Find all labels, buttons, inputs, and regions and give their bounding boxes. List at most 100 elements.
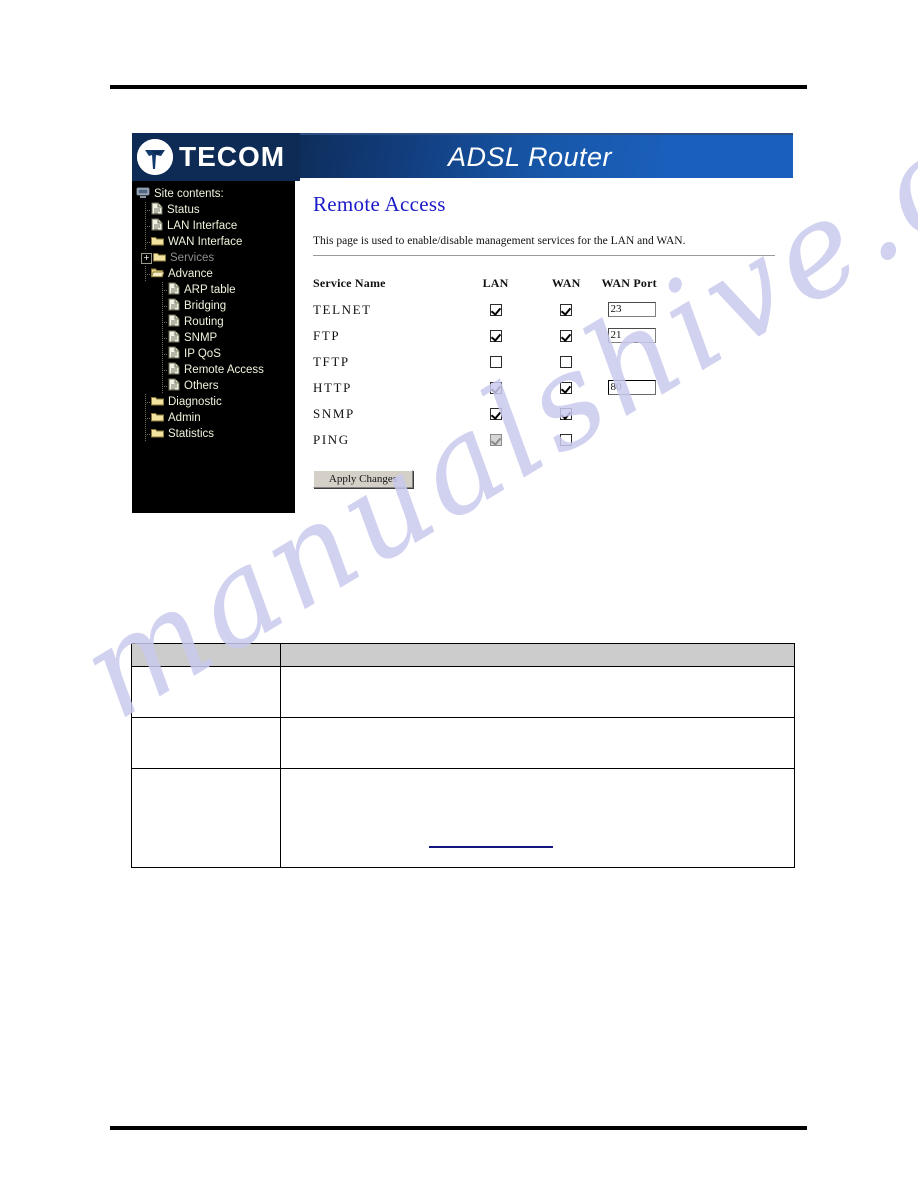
column-header-service: Service Name: [313, 276, 386, 290]
wan-checkbox-cell: [531, 378, 602, 404]
computer-icon: [136, 187, 150, 202]
folder-open-icon: [150, 267, 165, 281]
sidebar-item-label: Services: [170, 252, 215, 264]
wan-checkbox-ping[interactable]: [560, 434, 573, 447]
service-row: TELNET 23: [313, 300, 673, 326]
sidebar-item-label: SNMP: [184, 332, 218, 344]
lan-checkbox-ping[interactable]: [489, 434, 502, 447]
sidebar-item-status[interactable]: Status: [136, 202, 295, 218]
lan-checkbox-cell: [460, 404, 531, 430]
sidebar-item-ip-qos[interactable]: IP QoS: [136, 346, 295, 362]
wan-checkbox-telnet[interactable]: [560, 304, 573, 317]
page-rule-bottom: [110, 1126, 807, 1130]
tree-connector: [158, 362, 168, 378]
tree-connector: [158, 314, 168, 330]
sidebar-item-label: Status: [167, 204, 200, 216]
content-panel: Remote Access This page is used to enabl…: [295, 178, 793, 513]
wan-checkbox-snmp[interactable]: [560, 408, 573, 421]
tree-connector: [158, 330, 168, 346]
sidebar-tree: Site contents: Status LAN Interface WAN …: [132, 178, 295, 513]
folder-icon: [151, 427, 164, 441]
page-icon: [168, 378, 180, 394]
page-icon: [168, 346, 180, 362]
sidebar-item-others[interactable]: Others: [136, 378, 295, 394]
service-name-snmp: SNMP: [313, 405, 355, 421]
section-divider: [313, 255, 775, 256]
wan-checkbox-http[interactable]: [560, 382, 573, 395]
wan-checkbox-cell: [531, 300, 602, 326]
sidebar-root-label: Site contents:: [154, 188, 224, 200]
tecom-logo-icon: [137, 139, 173, 175]
column-header-wan-port: WAN Port: [601, 276, 657, 290]
sidebar-item-bridging[interactable]: Bridging: [136, 298, 295, 314]
lan-checkbox-telnet[interactable]: [489, 304, 502, 317]
tree-connector: [158, 298, 168, 314]
redacted-link-underline[interactable]: [429, 846, 553, 848]
tree-connector: [141, 266, 151, 282]
sidebar-item-label: IP QoS: [184, 348, 221, 360]
sidebar-item-arp-table[interactable]: ARP table: [136, 282, 295, 298]
description-table: [131, 643, 795, 868]
router-web-ui: ADSL Router TECOM Site contents: Status …: [132, 133, 793, 513]
sidebar-item-snmp[interactable]: SNMP: [136, 330, 295, 346]
lan-checkbox-http[interactable]: [489, 382, 502, 395]
page-icon: [168, 282, 180, 298]
page-icon: [168, 314, 180, 330]
wan-checkbox-ftp[interactable]: [560, 330, 573, 343]
brand-name: TECOM: [179, 141, 286, 172]
sidebar-item-label: Bridging: [184, 300, 227, 312]
folder-icon: [151, 411, 164, 425]
sidebar-item-diagnostic[interactable]: Diagnostic: [136, 394, 295, 410]
column-header-lan: LAN: [482, 276, 509, 290]
tree-connector: [141, 234, 151, 250]
wan-port-input-http[interactable]: 80: [607, 380, 656, 395]
lan-checkbox-snmp[interactable]: [489, 408, 502, 421]
service-row: HTTP 80: [313, 378, 673, 404]
table-cell: [131, 666, 281, 718]
wan-port-cell: 80: [602, 378, 673, 404]
wan-port-input-telnet[interactable]: 23: [607, 302, 656, 317]
lan-checkbox-ftp[interactable]: [489, 330, 502, 343]
service-name-http: HTTP: [313, 379, 352, 395]
sidebar-item-label: Statistics: [168, 428, 215, 440]
sidebar-item-lan-interface[interactable]: LAN Interface: [136, 218, 295, 234]
table-cell: [131, 717, 281, 769]
wan-checkbox-tftp[interactable]: [560, 356, 573, 369]
apply-changes-button[interactable]: Apply Changes: [313, 470, 413, 488]
sidebar-item-admin[interactable]: Admin: [136, 410, 295, 426]
tree-connector: [141, 394, 151, 410]
sidebar-item-services[interactable]: + Services: [136, 250, 295, 266]
table-header-row: Service Name LAN WAN WAN Port: [313, 276, 673, 300]
wan-port-cell: [602, 430, 673, 456]
service-row: PING: [313, 430, 673, 456]
sidebar-item-label: Others: [184, 380, 219, 392]
wan-port-cell: 23: [602, 300, 673, 326]
lan-checkbox-tftp[interactable]: [489, 356, 502, 369]
service-row: TFTP: [313, 352, 673, 378]
table-header-cell: [280, 643, 795, 667]
table-row: [131, 666, 795, 718]
sidebar-item-wan-interface[interactable]: WAN Interface: [136, 234, 295, 250]
wan-checkbox-cell: [531, 430, 602, 456]
service-row: FTP 21: [313, 326, 673, 352]
service-name-ping: PING: [313, 431, 350, 447]
wan-port-cell: [602, 352, 673, 378]
wan-checkbox-cell: [531, 326, 602, 352]
lan-checkbox-cell: [460, 430, 531, 456]
wan-port-input-ftp[interactable]: 21: [607, 328, 656, 343]
sidebar-item-statistics[interactable]: Statistics: [136, 426, 295, 442]
sidebar-item-routing[interactable]: Routing: [136, 314, 295, 330]
page-icon: [151, 218, 163, 234]
sidebar-item-label: Diagnostic: [168, 396, 222, 408]
page-icon: [168, 330, 180, 346]
page-rule-top: [110, 85, 807, 89]
tree-connector: [141, 426, 151, 442]
services-table: Service Name LAN WAN WAN Port TELNET 23 FT…: [313, 276, 673, 456]
expand-toggle-icon[interactable]: +: [141, 252, 152, 264]
sidebar-item-advance[interactable]: Advance: [136, 266, 295, 282]
sidebar-item-remote-access[interactable]: Remote Access: [136, 362, 295, 378]
lan-checkbox-cell: [460, 378, 531, 404]
page-title: Remote Access: [313, 192, 446, 216]
sidebar-item-label: Routing: [184, 316, 224, 328]
page-icon: [168, 298, 180, 314]
